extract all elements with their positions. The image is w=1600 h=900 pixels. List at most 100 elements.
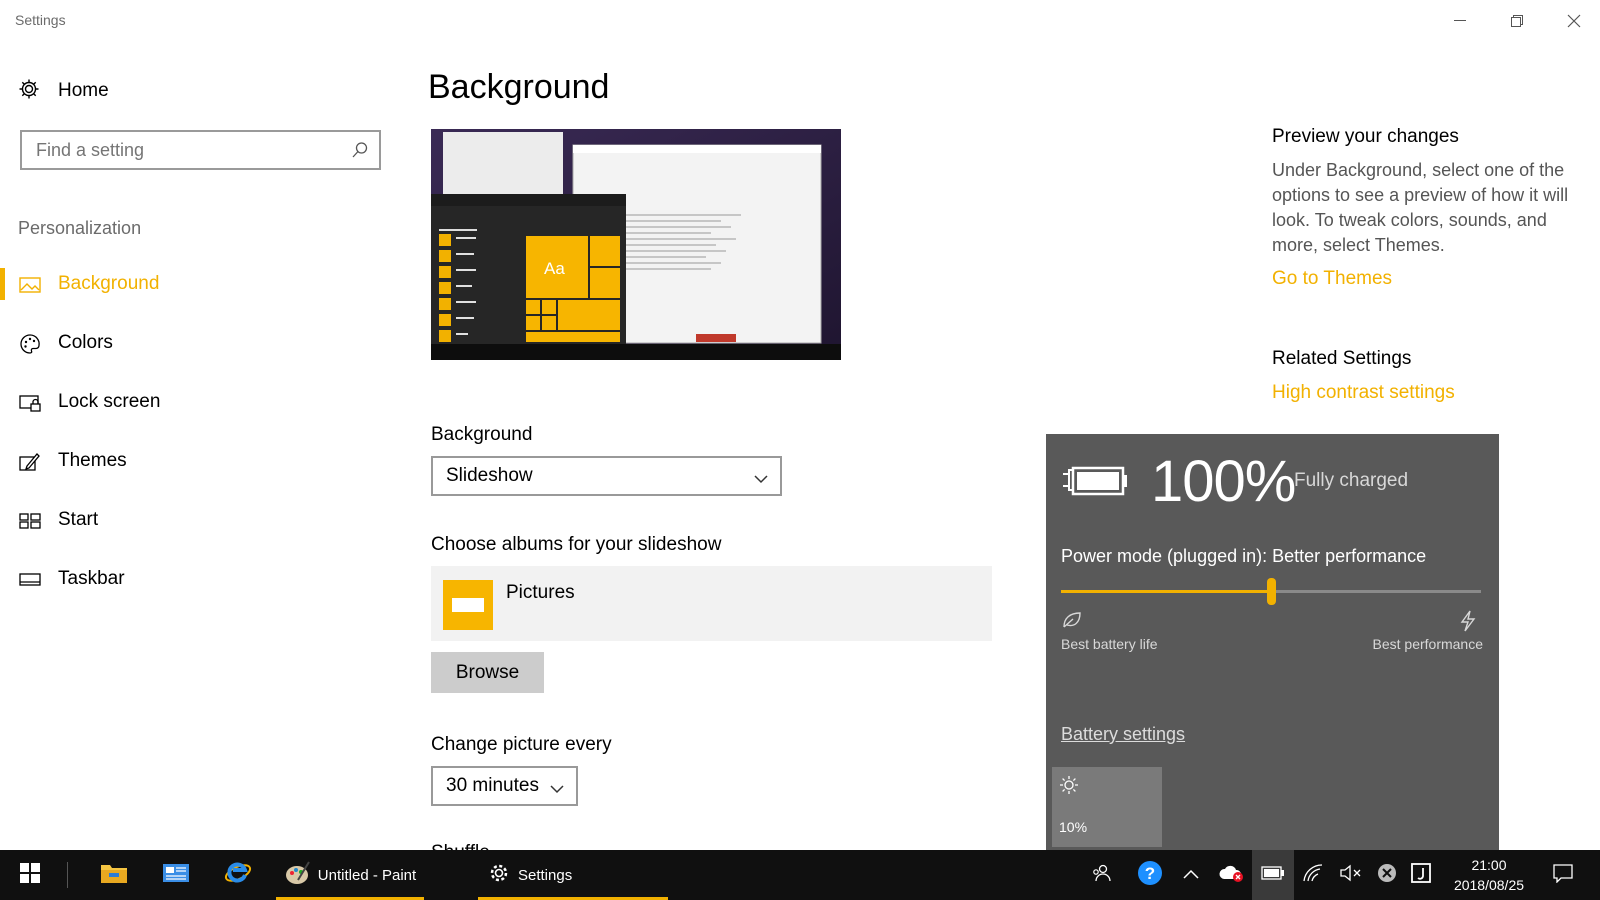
folder-icon	[443, 580, 493, 630]
slider-thumb[interactable]	[1267, 578, 1276, 605]
search-box[interactable]	[20, 130, 381, 170]
people-button[interactable]	[1084, 850, 1118, 900]
paint-icon	[284, 860, 310, 891]
sidebar-item-themes[interactable]: Themes	[0, 441, 380, 481]
wifi-icon	[1302, 863, 1324, 888]
gear-icon	[488, 862, 510, 889]
internet-explorer-icon	[224, 859, 252, 892]
internet-explorer-button[interactable]	[214, 850, 262, 900]
restore-button[interactable]	[1494, 6, 1540, 36]
palette-icon	[19, 333, 41, 355]
battery-status: Fully charged	[1294, 470, 1409, 491]
sidebar-item-label: Lock screen	[58, 391, 161, 412]
clock[interactable]: 21:00 2018/08/25	[1444, 855, 1534, 895]
close-button[interactable]	[1551, 6, 1597, 36]
sidebar-item-label: Colors	[58, 332, 113, 353]
show-hidden-icons-button[interactable]	[1176, 850, 1206, 900]
nav-home[interactable]: Home	[18, 76, 109, 106]
network-button[interactable]	[1296, 850, 1330, 900]
action-center-button[interactable]	[1540, 850, 1586, 900]
taskbar-icon	[19, 569, 41, 591]
volume-button[interactable]	[1334, 850, 1368, 900]
preview-tile-label: Aa	[544, 259, 565, 278]
error-icon	[1377, 863, 1397, 888]
leaf-icon	[1061, 610, 1083, 635]
taskbar: Untitled - Paint Settings ? 21:00 2018/0…	[0, 850, 1600, 900]
background-value: Slideshow	[446, 465, 533, 486]
help-icon: ?	[1137, 860, 1163, 891]
related-settings-title: Related Settings	[1272, 348, 1412, 369]
lightning-icon	[1460, 610, 1476, 637]
brightness-icon	[1059, 775, 1079, 800]
taskbar-settings-label: Settings	[518, 866, 573, 884]
sidebar-item-colors[interactable]: Colors	[0, 323, 380, 363]
start-icon	[19, 510, 41, 532]
active-indicator	[0, 268, 5, 300]
themes-icon	[19, 451, 41, 473]
sidebar-item-taskbar[interactable]: Taskbar	[0, 559, 380, 599]
interval-value: 30 minutes	[446, 775, 539, 796]
control-panel-button[interactable]	[152, 850, 200, 900]
sidebar-item-label: Background	[58, 273, 160, 294]
power-mode-label: Power mode (plugged in): Better performa…	[1061, 546, 1427, 566]
best-battery-label: Best battery life	[1061, 636, 1158, 652]
chevron-down-icon	[550, 781, 564, 799]
brightness-tile[interactable]: 10%	[1052, 767, 1162, 847]
slider-fill	[1061, 590, 1271, 593]
background-dropdown[interactable]: Slideshow	[431, 456, 782, 496]
chevron-up-icon	[1183, 866, 1199, 884]
search-input[interactable]	[22, 132, 332, 168]
background-label: Background	[431, 424, 533, 445]
image-icon	[19, 274, 41, 296]
control-panel-icon	[162, 862, 190, 889]
file-explorer-button[interactable]	[90, 850, 138, 900]
taskbar-paint[interactable]: Untitled - Paint	[276, 850, 424, 900]
app-tray-icon	[1411, 862, 1431, 888]
chevron-down-icon	[754, 471, 768, 489]
sidebar-item-start[interactable]: Start	[0, 500, 380, 540]
power-mode-slider[interactable]	[1061, 578, 1481, 605]
window-title: Settings	[15, 12, 66, 28]
start-button[interactable]	[8, 850, 52, 900]
high-contrast-link[interactable]: High contrast settings	[1272, 382, 1577, 404]
brightness-value: 10%	[1059, 819, 1088, 835]
album-item[interactable]: Pictures	[431, 566, 992, 641]
battery-icon	[1261, 865, 1285, 885]
preview-changes-text: Under Background, select one of the opti…	[1272, 160, 1569, 255]
help-button[interactable]: ?	[1130, 850, 1170, 900]
home-label: Home	[58, 80, 109, 101]
search-icon[interactable]	[351, 141, 369, 164]
taskbar-divider	[67, 862, 68, 888]
battery-settings-link[interactable]: Battery settings	[1061, 724, 1185, 745]
battery-charging-icon	[1061, 462, 1131, 507]
go-to-themes-link[interactable]: Go to Themes	[1272, 268, 1577, 290]
sidebar-item-lock-screen[interactable]: Lock screen	[0, 382, 380, 422]
battery-flyout: 100% Fully charged Power mode (plugged i…	[1046, 434, 1499, 850]
cloud-error-icon	[1218, 863, 1244, 888]
tray-app-button[interactable]	[1404, 850, 1438, 900]
section-title: Personalization	[18, 218, 142, 238]
taskbar-settings[interactable]: Settings	[478, 850, 668, 900]
background-preview: Aa	[431, 129, 841, 360]
help-panel: Preview your changes Under Background, s…	[1272, 126, 1577, 404]
people-icon	[1091, 863, 1111, 888]
sidebar-item-label: Taskbar	[58, 568, 125, 589]
browse-button[interactable]: Browse	[431, 652, 544, 693]
page-title: Background	[428, 68, 610, 106]
volume-muted-icon	[1340, 864, 1362, 887]
albums-label: Choose albums for your slideshow	[431, 534, 722, 555]
notification-icon	[1553, 863, 1573, 888]
battery-tray-button[interactable]	[1252, 850, 1294, 900]
preview-image	[431, 129, 841, 360]
minimize-button[interactable]	[1437, 6, 1483, 36]
album-name: Pictures	[506, 582, 575, 603]
folder-icon	[100, 862, 128, 889]
error-tray-button[interactable]	[1370, 850, 1404, 900]
sidebar-item-background[interactable]: Background	[0, 264, 380, 304]
windows-logo-icon	[20, 862, 40, 888]
interval-dropdown[interactable]: 30 minutes	[431, 766, 578, 806]
gear-icon	[18, 78, 40, 105]
onedrive-button[interactable]	[1214, 850, 1248, 900]
best-performance-label: Best performance	[1372, 636, 1484, 652]
battery-percent: 100%	[1151, 449, 1296, 514]
